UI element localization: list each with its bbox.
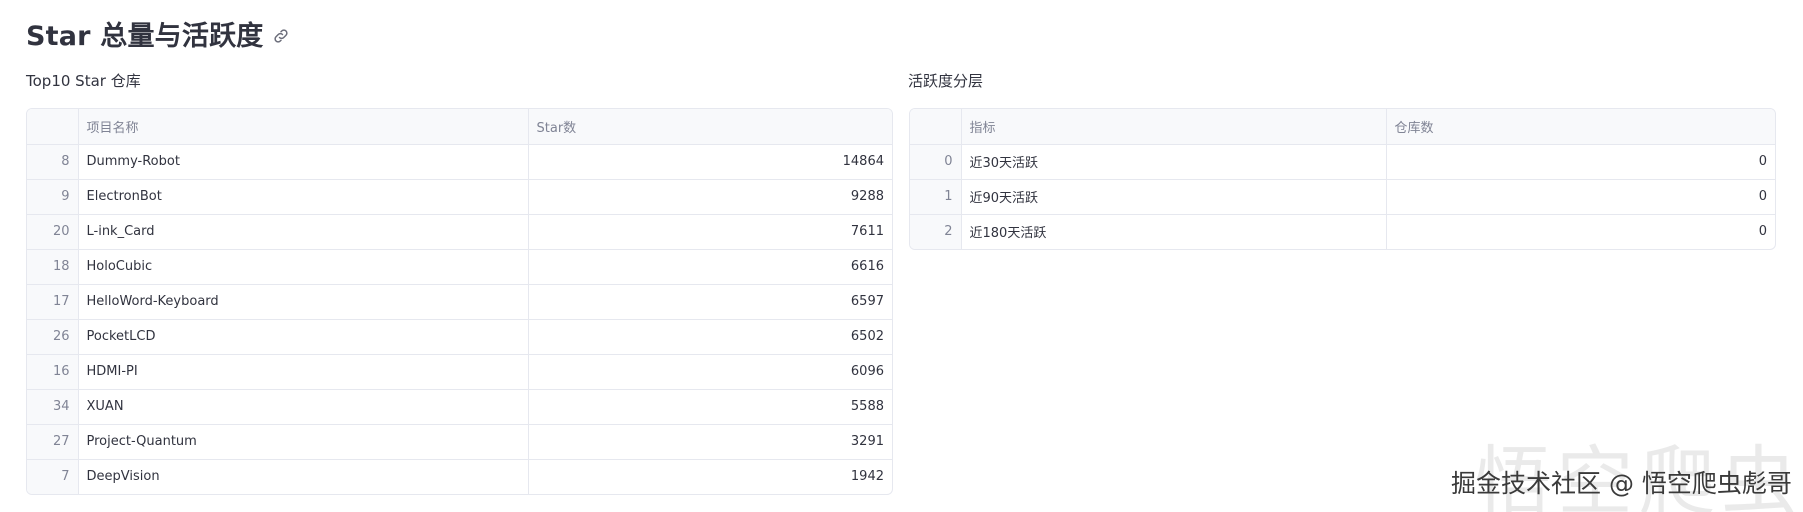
cell-name[interactable]: HoloCubic bbox=[78, 249, 529, 285]
top10-table[interactable]: 项目名称 Star数 8 Dummy-Robot 14864 9 ElectronBot… bbox=[26, 108, 893, 495]
cell-metric[interactable]: 近90天活跃 bbox=[961, 179, 1387, 215]
cell-name[interactable]: XUAN bbox=[78, 389, 529, 425]
row-index: 7 bbox=[27, 459, 79, 494]
cell-name[interactable]: ElectronBot bbox=[78, 179, 529, 215]
cell-stars[interactable]: 14864 bbox=[528, 144, 892, 180]
cell-count[interactable]: 0 bbox=[1386, 214, 1775, 249]
cell-name[interactable]: Dummy-Robot bbox=[78, 144, 529, 180]
cell-stars[interactable]: 6502 bbox=[528, 319, 892, 355]
row-index: 27 bbox=[27, 424, 79, 460]
table-row[interactable]: 27 Project-Quantum 3291 bbox=[27, 424, 892, 460]
row-index: 1 bbox=[910, 179, 962, 215]
table-header-row: 项目名称 Star数 bbox=[27, 109, 892, 145]
cell-name[interactable]: Project-Quantum bbox=[78, 424, 529, 460]
row-index: 18 bbox=[27, 249, 79, 285]
column-header-stars[interactable]: Star数 bbox=[528, 109, 892, 145]
table-row[interactable]: 16 HDMI-PI 6096 bbox=[27, 354, 892, 390]
row-index: 17 bbox=[27, 284, 79, 320]
row-index: 8 bbox=[27, 144, 79, 180]
cell-name[interactable]: HDMI-PI bbox=[78, 354, 529, 390]
cell-stars[interactable]: 6616 bbox=[528, 249, 892, 285]
table-row[interactable]: 26 PocketLCD 6502 bbox=[27, 319, 892, 355]
page-title: Star 总量与活跃度 bbox=[26, 21, 264, 52]
cell-name[interactable]: L-ink_Card bbox=[78, 214, 529, 250]
table-row[interactable]: 2 近180天活跃 0 bbox=[910, 214, 1775, 249]
cell-stars[interactable]: 6597 bbox=[528, 284, 892, 320]
watermark-text: 掘金技术社区 @ 悟空爬虫彪哥 bbox=[1451, 469, 1792, 498]
row-index: 9 bbox=[27, 179, 79, 215]
cell-metric[interactable]: 近180天活跃 bbox=[961, 214, 1387, 249]
table-row[interactable]: 0 近30天活跃 0 bbox=[910, 144, 1775, 180]
cell-stars[interactable]: 3291 bbox=[528, 424, 892, 460]
column-header-metric[interactable]: 指标 bbox=[961, 109, 1387, 145]
link-icon[interactable] bbox=[272, 27, 290, 45]
row-index: 16 bbox=[27, 354, 79, 390]
cell-stars[interactable]: 5588 bbox=[528, 389, 892, 425]
cell-stars[interactable]: 1942 bbox=[528, 459, 892, 494]
cell-stars[interactable]: 6096 bbox=[528, 354, 892, 390]
column-header-count[interactable]: 仓库数 bbox=[1386, 109, 1775, 145]
cell-metric[interactable]: 近30天活跃 bbox=[961, 144, 1387, 180]
table-row[interactable]: 7 DeepVision 1942 bbox=[27, 459, 892, 494]
index-header bbox=[27, 109, 79, 145]
cell-count[interactable]: 0 bbox=[1386, 144, 1775, 180]
section-heading: Star 总量与活跃度 bbox=[26, 14, 290, 53]
index-header bbox=[910, 109, 962, 145]
cell-name[interactable]: DeepVision bbox=[78, 459, 529, 494]
cell-count[interactable]: 0 bbox=[1386, 179, 1775, 215]
cell-name[interactable]: PocketLCD bbox=[78, 319, 529, 355]
table-row[interactable]: 17 HelloWord-Keyboard 6597 bbox=[27, 284, 892, 320]
activity-title: 活跃度分层 bbox=[908, 72, 984, 90]
table-row[interactable]: 20 L-ink_Card 7611 bbox=[27, 214, 892, 250]
column-header-name[interactable]: 项目名称 bbox=[78, 109, 529, 145]
table-row[interactable]: 8 Dummy-Robot 14864 bbox=[27, 144, 892, 180]
row-index: 20 bbox=[27, 214, 79, 250]
row-index: 26 bbox=[27, 319, 79, 355]
row-index: 0 bbox=[910, 144, 962, 180]
row-index: 34 bbox=[27, 389, 79, 425]
top10-title: Top10 Star 仓库 bbox=[26, 72, 141, 90]
table-header-row: 指标 仓库数 bbox=[910, 109, 1775, 145]
table-row[interactable]: 1 近90天活跃 0 bbox=[910, 179, 1775, 215]
row-index: 2 bbox=[910, 214, 962, 249]
table-row[interactable]: 34 XUAN 5588 bbox=[27, 389, 892, 425]
activity-table[interactable]: 指标 仓库数 0 近30天活跃 0 1 近90天活跃 0 2 近180天活跃 0 bbox=[909, 108, 1776, 250]
cell-stars[interactable]: 7611 bbox=[528, 214, 892, 250]
table-row[interactable]: 9 ElectronBot 9288 bbox=[27, 179, 892, 215]
table-row[interactable]: 18 HoloCubic 6616 bbox=[27, 249, 892, 285]
cell-stars[interactable]: 9288 bbox=[528, 179, 892, 215]
cell-name[interactable]: HelloWord-Keyboard bbox=[78, 284, 529, 320]
